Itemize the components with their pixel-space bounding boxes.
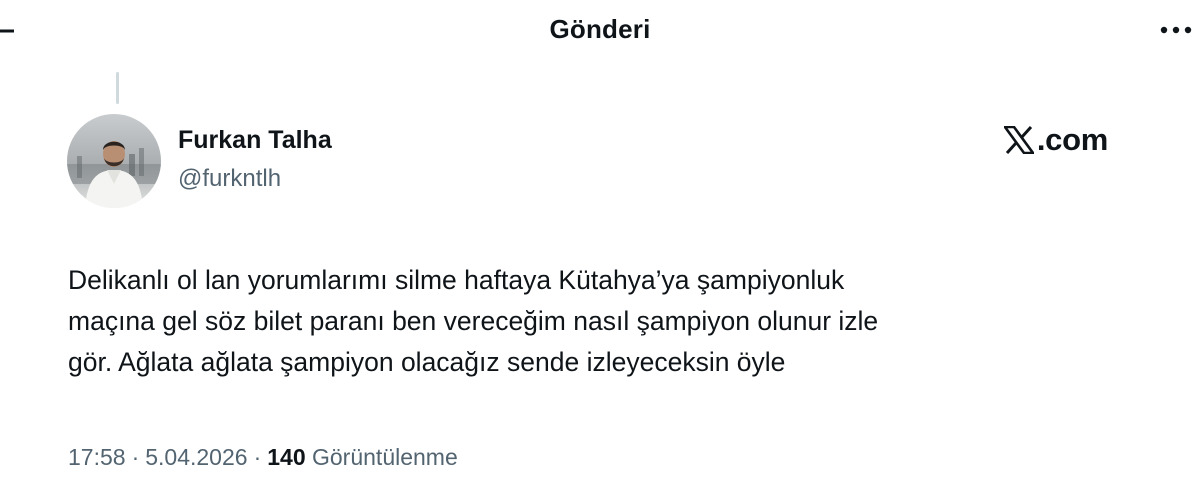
- more-horizontal-icon[interactable]: [1156, 18, 1196, 42]
- tweet-text: Delikanlı ol lan yorumlarımı silme hafta…: [68, 260, 1148, 383]
- brand-text: .com: [1036, 122, 1108, 157]
- tweet-meta: 17:58 · 5.04.2026 · 140 Görüntülenme: [68, 444, 458, 471]
- author-display-name[interactable]: Furkan Talha: [178, 126, 332, 155]
- page-title: Gönderi: [549, 14, 651, 44]
- top-bar: Gönderi: [0, 0, 1200, 60]
- x-com-brand[interactable]: .com: [1003, 122, 1108, 158]
- meta-separator: ·: [253, 444, 262, 470]
- tweet-date[interactable]: 5.04.2026: [145, 444, 247, 470]
- author-handle[interactable]: @furkntlh: [178, 165, 281, 193]
- avatar[interactable]: [67, 114, 161, 208]
- views-count[interactable]: 140: [267, 444, 305, 470]
- meta-separator: ·: [131, 444, 140, 470]
- tweet-text-line: gör. Ağlata ağlata şampiyon olacağız sen…: [68, 347, 786, 377]
- views-label[interactable]: Görüntülenme: [312, 444, 458, 470]
- tweet-text-line: Delikanlı ol lan yorumlarımı silme hafta…: [68, 265, 845, 295]
- x-logo-icon: [1003, 126, 1034, 154]
- thread-connector-line: [116, 72, 119, 104]
- tweet-text-line: maçına gel söz bilet paranı ben vereceği…: [68, 306, 879, 336]
- tweet-time[interactable]: 17:58: [68, 444, 126, 470]
